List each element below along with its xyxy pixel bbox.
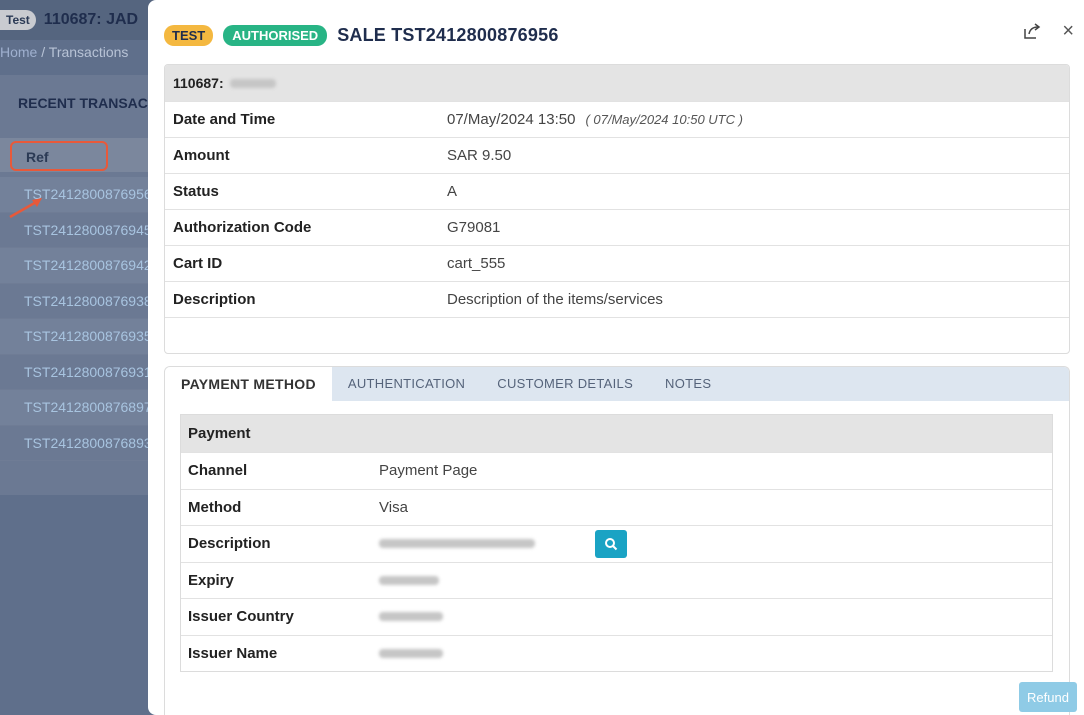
merchant-header: 110687: bbox=[165, 65, 1069, 101]
detail-row-cart-id: Cart ID cart_555 bbox=[165, 245, 1069, 281]
modal-title: SALE TST2412800876956 bbox=[337, 24, 559, 45]
merchant-name-redacted bbox=[229, 78, 276, 88]
expiry-redacted bbox=[379, 575, 439, 585]
env-badge: Test bbox=[0, 10, 36, 30]
issuer-name-redacted bbox=[379, 648, 443, 658]
transaction-ref-link[interactable]: TST2412800876935 bbox=[0, 319, 160, 355]
payment-value bbox=[379, 648, 443, 658]
detail-row-date: Date and Time 07/May/2024 13:50 ( 07/May… bbox=[165, 101, 1069, 137]
ref-column-header[interactable]: Ref bbox=[10, 141, 108, 171]
transaction-ref-link[interactable]: TST2412800876938 bbox=[0, 284, 160, 319]
detail-label: Cart ID bbox=[173, 255, 223, 272]
detail-row-status: Status A bbox=[165, 173, 1069, 209]
detail-value: 07/May/2024 13:50 bbox=[447, 111, 576, 128]
detail-label: Date and Time bbox=[173, 111, 276, 128]
detail-value: SAR 9.50 bbox=[447, 147, 512, 164]
transaction-ref-link[interactable]: TST2412800876893 bbox=[0, 426, 160, 461]
payment-row-issuer-country: Issuer Country bbox=[181, 598, 1052, 635]
breadcrumb-transactions[interactable]: Transactions bbox=[49, 44, 129, 60]
tab-payment-method[interactable]: PAYMENT METHOD bbox=[165, 367, 332, 401]
payment-label: Method bbox=[188, 498, 242, 516]
app-title: 110687: JAD bbox=[43, 11, 139, 28]
payment-value bbox=[379, 575, 439, 585]
transaction-ref-link[interactable]: TST2412800876942 bbox=[0, 248, 160, 284]
detail-value: G79081 bbox=[447, 219, 501, 236]
issuer-country-redacted bbox=[379, 612, 443, 622]
payment-header: Payment bbox=[181, 415, 1052, 452]
transaction-ref-link[interactable]: TST2412800876897 bbox=[0, 390, 160, 426]
tab-bar: PAYMENT METHOD AUTHENTICATION CUSTOMER D… bbox=[165, 367, 1069, 401]
detail-value: Description of the items/services bbox=[447, 291, 663, 308]
header-actions: × bbox=[1022, 21, 1074, 41]
utc-time: ( 07/May/2024 10:50 UTC ) bbox=[585, 112, 743, 127]
detail-label: Amount bbox=[173, 147, 230, 164]
details-spacer bbox=[165, 317, 1069, 353]
share-icon[interactable] bbox=[1022, 21, 1042, 41]
payment-value bbox=[379, 529, 627, 558]
payment-method-table: Payment Channel Payment Page Method Visa… bbox=[180, 414, 1053, 672]
tab-customer-details[interactable]: CUSTOMER DETAILS bbox=[481, 367, 649, 401]
detail-label: Status bbox=[173, 183, 219, 200]
payment-row-expiry: Expiry bbox=[181, 561, 1052, 599]
tabs-panel: PAYMENT METHOD AUTHENTICATION CUSTOMER D… bbox=[164, 366, 1070, 715]
transaction-details-table: 110687: Date and Time 07/May/2024 13:50 … bbox=[164, 64, 1070, 354]
modal-header: TEST AUTHORISED SALE TST2412800876956 × bbox=[164, 21, 1074, 49]
payment-label: Channel bbox=[188, 462, 248, 480]
detail-label: Description bbox=[173, 291, 256, 308]
close-icon[interactable]: × bbox=[1062, 21, 1074, 41]
payment-row-description: Description bbox=[181, 525, 1052, 562]
payment-label: Description bbox=[188, 535, 271, 553]
search-icon bbox=[605, 537, 618, 550]
card-number-redacted bbox=[379, 539, 535, 549]
detail-value: A bbox=[447, 183, 458, 200]
payment-label: Issuer Name bbox=[188, 644, 278, 662]
recent-transactions-card: RECENT TRANSACTIONS Ref TST2412800876956… bbox=[0, 75, 191, 495]
detail-row-description: Description Description of the items/ser… bbox=[165, 281, 1069, 317]
breadcrumb: Home / Transactions bbox=[0, 44, 128, 60]
annotation-arrow-icon bbox=[9, 198, 42, 219]
payment-value bbox=[379, 612, 443, 622]
refund-button[interactable]: Refund bbox=[1019, 682, 1077, 712]
card-lookup-button[interactable] bbox=[595, 529, 627, 558]
detail-value: cart_555 bbox=[447, 255, 506, 272]
status-badge: AUTHORISED bbox=[223, 24, 328, 46]
detail-row-amount: Amount SAR 9.50 bbox=[165, 137, 1069, 173]
payment-label: Expiry bbox=[188, 571, 234, 589]
payment-label: Issuer Country bbox=[188, 608, 294, 626]
payment-row-issuer-name: Issuer Name bbox=[181, 634, 1052, 672]
payment-value: Visa bbox=[379, 498, 408, 516]
transaction-detail-modal: TEST AUTHORISED SALE TST2412800876956 × … bbox=[148, 0, 1084, 715]
payment-row-channel: Channel Payment Page bbox=[181, 452, 1052, 489]
detail-row-auth-code: Authorization Code G79081 bbox=[165, 209, 1069, 245]
tab-authentication[interactable]: AUTHENTICATION bbox=[332, 367, 481, 401]
transaction-ref-link[interactable]: TST2412800876931 bbox=[0, 355, 160, 390]
breadcrumb-home[interactable]: Home bbox=[0, 44, 37, 60]
tab-notes[interactable]: NOTES bbox=[649, 367, 727, 401]
merchant-id: 110687: bbox=[173, 75, 224, 91]
test-badge: TEST bbox=[164, 24, 214, 46]
payment-row-method: Method Visa bbox=[181, 488, 1052, 526]
payment-value: Payment Page bbox=[379, 462, 478, 480]
breadcrumb-separator: / bbox=[41, 44, 46, 60]
detail-label: Authorization Code bbox=[173, 219, 312, 236]
